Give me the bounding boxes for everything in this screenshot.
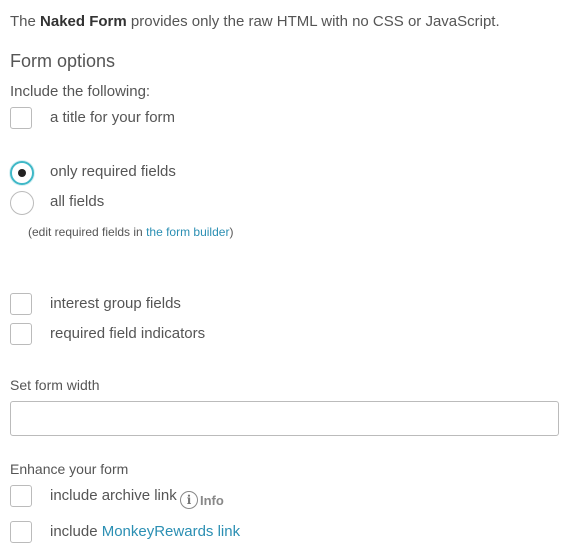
monkeyrewards-link-checkbox[interactable] (10, 521, 32, 543)
form-width-input[interactable] (10, 401, 559, 436)
intro-form-name: Naked Form (40, 13, 127, 30)
include-following-label: Include the following: (10, 83, 151, 100)
required-field-indicators-checkbox[interactable] (10, 323, 32, 345)
set-form-width-label: Set form width (10, 377, 100, 393)
info-icon[interactable]: i (180, 491, 198, 509)
interest-group-fields-label[interactable]: interest group fields (50, 295, 181, 312)
monkeyrewards-label[interactable]: include MonkeyRewards link (50, 523, 240, 540)
all-fields-radio[interactable] (10, 191, 34, 215)
only-required-fields-label[interactable]: only required fields (50, 163, 176, 180)
form-title-checkbox-label[interactable]: a title for your form (50, 109, 175, 126)
required-field-indicators-label[interactable]: required field indicators (50, 325, 205, 342)
edit-required-fields-note: (edit required fields in the form builde… (28, 225, 233, 239)
naked-form-options-panel: The Naked Form provides only the raw HTM… (0, 0, 568, 555)
interest-group-fields-checkbox[interactable] (10, 293, 32, 315)
archive-link-checkbox[interactable] (10, 485, 32, 507)
monkeyrewards-link[interactable]: MonkeyRewards link (102, 523, 240, 540)
intro-text: The Naked Form provides only the raw HTM… (10, 13, 500, 30)
note-suffix: ) (229, 225, 234, 239)
form-title-checkbox[interactable] (10, 107, 32, 129)
intro-suffix: provides only the raw HTML with no CSS o… (126, 13, 500, 30)
archive-link-label[interactable]: include archive link (50, 487, 177, 504)
info-toggle[interactable]: i Info (180, 491, 224, 509)
note-prefix: (edit required fields in (28, 225, 147, 239)
all-fields-label[interactable]: all fields (50, 193, 104, 210)
info-label[interactable]: Info (200, 493, 224, 508)
only-required-fields-radio[interactable] (10, 161, 34, 185)
enhance-form-label: Enhance your form (10, 461, 129, 477)
monkeyrewards-prefix: include (50, 523, 102, 540)
form-options-title: Form options (10, 51, 116, 71)
intro-prefix: The (10, 13, 41, 30)
form-builder-link[interactable]: the form builder (146, 225, 229, 239)
